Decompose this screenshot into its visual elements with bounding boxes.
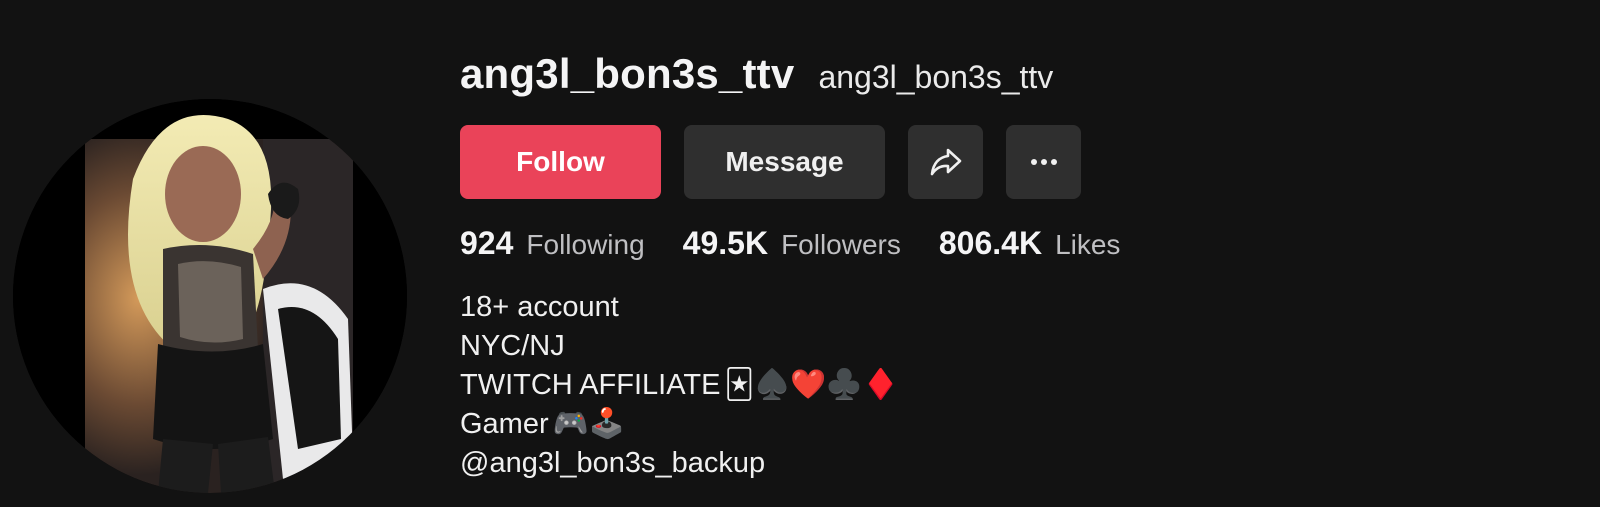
avatar-image	[13, 99, 407, 493]
followers-count: 49.5K	[682, 225, 769, 261]
message-button[interactable]: Message	[684, 125, 885, 199]
bio: 18+ account NYC/NJ TWITCH AFFILIATE 🃏♠️❤…	[460, 288, 899, 483]
more-dots-icon	[1030, 159, 1057, 165]
follow-button[interactable]: Follow	[460, 125, 661, 199]
game-controller-emoji: 🎮🕹️	[552, 408, 625, 440]
action-buttons: Follow Message	[460, 125, 1081, 199]
share-arrow-icon	[930, 148, 961, 176]
bio-line: 18+ account	[460, 291, 619, 323]
bio-mention-link[interactable]: @ang3l_bon3s_backup	[460, 444, 899, 483]
bio-text: Gamer	[460, 408, 549, 440]
bio-line: TWITCH AFFILIATE 🃏♠️❤️♣️♦️	[460, 366, 899, 405]
bio-line: NYC/NJ	[460, 330, 565, 362]
share-button[interactable]	[908, 125, 983, 199]
avatar[interactable]	[13, 99, 407, 493]
following-label: Following	[526, 229, 645, 260]
profile-header: ang3l_bon3s_ttv ang3l_bon3s_ttv Follow M…	[0, 0, 1600, 507]
likes-label: Likes	[1055, 229, 1121, 260]
stat-followers[interactable]: 49.5K Followers	[683, 225, 901, 262]
nickname: ang3l_bon3s_ttv	[818, 59, 1054, 95]
name-row: ang3l_bon3s_ttv ang3l_bon3s_ttv	[460, 50, 1053, 98]
bio-text: TWITCH AFFILIATE	[460, 369, 721, 401]
bio-line: Gamer 🎮🕹️	[460, 405, 899, 444]
following-count: 924	[460, 225, 514, 261]
username: ang3l_bon3s_ttv	[460, 50, 795, 97]
followers-label: Followers	[781, 229, 901, 260]
stat-likes: 806.4K Likes	[939, 225, 1121, 262]
stats-row: 924 Following 49.5K Followers 806.4K Lik…	[460, 225, 1158, 262]
card-suits-emoji: 🃏♠️❤️♣️♦️	[724, 369, 899, 401]
stat-following[interactable]: 924 Following	[460, 225, 645, 262]
likes-count: 806.4K	[938, 225, 1043, 261]
more-options-button[interactable]	[1006, 125, 1081, 199]
